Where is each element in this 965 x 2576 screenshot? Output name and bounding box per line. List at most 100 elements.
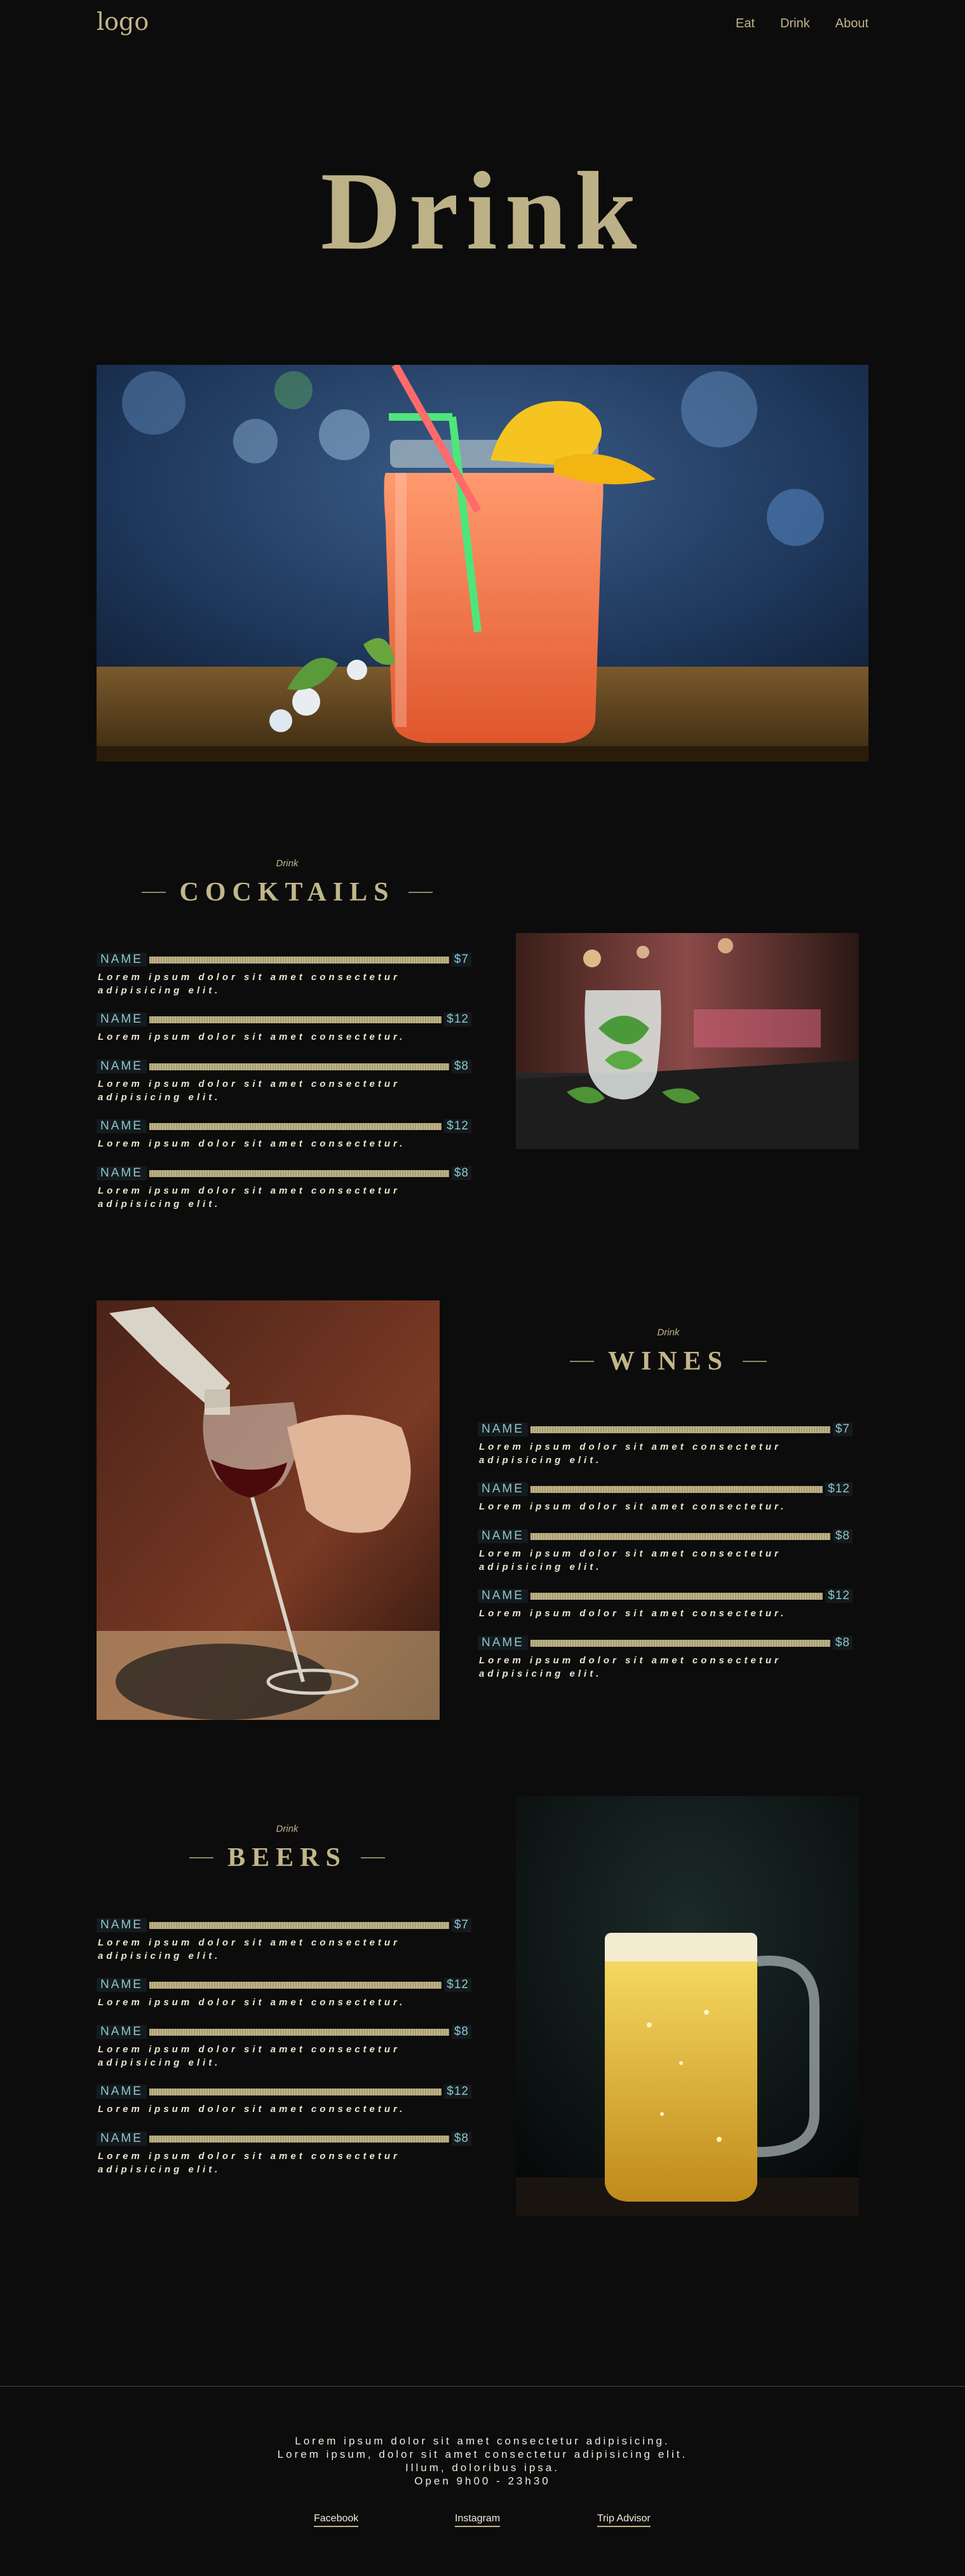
instagram-link[interactable]: Instagram [455, 2513, 501, 2527]
menu-item: NAME $12 Lorem ipsum dolor sit amet conse… [478, 1481, 853, 1513]
facebook-link[interactable]: Facebook [314, 2513, 359, 2527]
cocktails-menu: NAME $7 Lorem ipsum dolor sit amet consec… [97, 951, 478, 1218]
item-description: Lorem ipsum dolor sit amet consectetur a… [479, 1655, 781, 1679]
item-name: NAME [97, 1978, 147, 1992]
footer-divider [0, 2386, 965, 2387]
nav-link-about[interactable]: About [835, 17, 868, 31]
item-name: NAME [97, 1119, 147, 1133]
page-title: Drink [320, 149, 645, 273]
item-price: $7 [451, 953, 471, 967]
item-leader-bar [149, 1169, 449, 1177]
item-price: $8 [451, 1166, 471, 1180]
item-leader-bar [149, 1063, 449, 1070]
item-name: NAME [97, 2025, 147, 2039]
menu-item: NAME $12 Lorem ipsum dolor sit amet conse… [97, 2083, 471, 2116]
main-nav: Eat Drink About [736, 17, 868, 31]
section-kicker: Drink [657, 1327, 680, 1338]
item-description: Lorem ipsum dolor sit amet consectetur a… [479, 1441, 781, 1466]
item-price: $12 [444, 2085, 471, 2099]
section-kicker: Drink [276, 858, 299, 869]
heading-rule-right [743, 1361, 767, 1362]
item-description: Lorem ipsum dolor sit amet consectetur a… [98, 1937, 400, 1961]
nav-link-eat[interactable]: Eat [736, 17, 755, 31]
heading-rule-left [569, 1361, 594, 1362]
item-description: Lorem ipsum dolor sit amet consectetur a… [479, 1548, 781, 1572]
item-name: NAME [97, 1060, 147, 1073]
menu-item: NAME $7 Lorem ipsum dolor sit amet consec… [97, 951, 471, 997]
item-leader-bar [530, 1532, 830, 1540]
item-leader-bar [530, 1426, 830, 1433]
menu-item: NAME $7 Lorem ipsum dolor sit amet consec… [97, 1917, 471, 1963]
heading-rule-left [141, 892, 166, 893]
heading-rule-right [360, 1857, 385, 1858]
item-name: NAME [97, 2132, 147, 2146]
item-name: NAME [478, 1589, 528, 1603]
footer-line: Lorem ipsum, dolor sit amet consectetur … [277, 2448, 688, 2460]
item-description: Lorem ipsum dolor sit amet consectetur. [479, 1501, 787, 1512]
beers-menu: NAME $7 Lorem ipsum dolor sit amet consec… [97, 1917, 478, 2184]
menu-item: NAME $8 Lorem ipsum dolor sit amet consec… [478, 1635, 853, 1680]
item-leader-bar [149, 1122, 442, 1130]
item-leader-bar [149, 956, 449, 964]
item-leader-bar [149, 1921, 449, 1929]
wines-heading: WINES [478, 1344, 859, 1379]
item-description: Lorem ipsum dolor sit amet consectetur a… [98, 2044, 400, 2068]
item-price: $7 [832, 1422, 853, 1436]
item-leader-bar [149, 2028, 449, 2036]
item-leader-bar [530, 1639, 830, 1647]
beer-mug-image [516, 1796, 859, 2216]
footer-line: Illum, doloribus ipsa. [405, 2462, 560, 2474]
item-price: $12 [444, 1978, 471, 1992]
wine-pour-image [97, 1300, 440, 1720]
heading-rule-left [189, 1857, 214, 1858]
item-name: NAME [478, 1422, 528, 1436]
item-leader-bar [149, 2135, 449, 2143]
item-description: Lorem ipsum dolor sit amet consectetur. [479, 1608, 787, 1619]
item-price: $12 [825, 1482, 853, 1496]
item-price: $7 [451, 1918, 471, 1932]
item-leader-bar [149, 1016, 442, 1023]
wines-menu: NAME $7 Lorem ipsum dolor sit amet consec… [478, 1421, 859, 1688]
item-name: NAME [478, 1636, 528, 1650]
item-price: $8 [451, 2025, 471, 2039]
item-description: Lorem ipsum dolor sit amet consectetur a… [98, 972, 400, 996]
section-title: BEERS [227, 1843, 347, 1872]
section-title: WINES [607, 1347, 729, 1376]
hero-cocktail-image [97, 365, 868, 761]
item-name: NAME [97, 1012, 147, 1026]
item-price: $12 [444, 1119, 471, 1133]
item-name: NAME [97, 1166, 147, 1180]
beers-heading: BEERS [97, 1840, 478, 1876]
item-price: $8 [832, 1529, 853, 1543]
item-leader-bar [149, 2088, 442, 2096]
menu-item: NAME $12 Lorem ipsum dolor sit amet conse… [478, 1588, 853, 1620]
item-description: Lorem ipsum dolor sit amet consectetur. [98, 1997, 406, 2008]
footer-line: Lorem ipsum dolor sit amet consectetur a… [295, 2435, 670, 2447]
cocktail-mojito-image [516, 933, 859, 1149]
menu-item: NAME $12 Lorem ipsum dolor sit amet conse… [97, 1977, 471, 2009]
opening-hours: Open 9h00 - 23h30 [414, 2475, 551, 2487]
item-description: Lorem ipsum dolor sit amet consectetur. [98, 2104, 406, 2115]
menu-item: NAME $12 Lorem ipsum dolor sit amet conse… [97, 1118, 471, 1150]
item-description: Lorem ipsum dolor sit amet consectetur a… [98, 2151, 400, 2175]
item-leader-bar [530, 1485, 823, 1493]
item-name: NAME [97, 953, 147, 967]
logo[interactable]: logo [97, 8, 149, 36]
item-name: NAME [97, 1918, 147, 1932]
cocktails-heading: COCKTAILS [97, 875, 478, 910]
item-price: $8 [451, 1060, 471, 1073]
section-title: COCKTAILS [179, 878, 395, 907]
heading-rule-right [408, 892, 433, 893]
menu-item: NAME $8 Lorem ipsum dolor sit amet consec… [97, 1165, 471, 1211]
nav-link-drink[interactable]: Drink [780, 17, 810, 31]
item-price: $8 [451, 2132, 471, 2146]
item-name: NAME [97, 2085, 147, 2099]
item-price: $12 [444, 1012, 471, 1026]
trip-advisor-link[interactable]: Trip Advisor [597, 2513, 651, 2527]
menu-item: NAME $8 Lorem ipsum dolor sit amet consec… [97, 1058, 471, 1104]
footer-info: Lorem ipsum dolor sit amet consectetur a… [0, 2434, 965, 2488]
section-kicker: Drink [276, 1823, 299, 1834]
menu-item: NAME $7 Lorem ipsum dolor sit amet consec… [478, 1421, 853, 1467]
menu-item: NAME $8 Lorem ipsum dolor sit amet consec… [97, 2024, 471, 2069]
item-price: $12 [825, 1589, 853, 1603]
